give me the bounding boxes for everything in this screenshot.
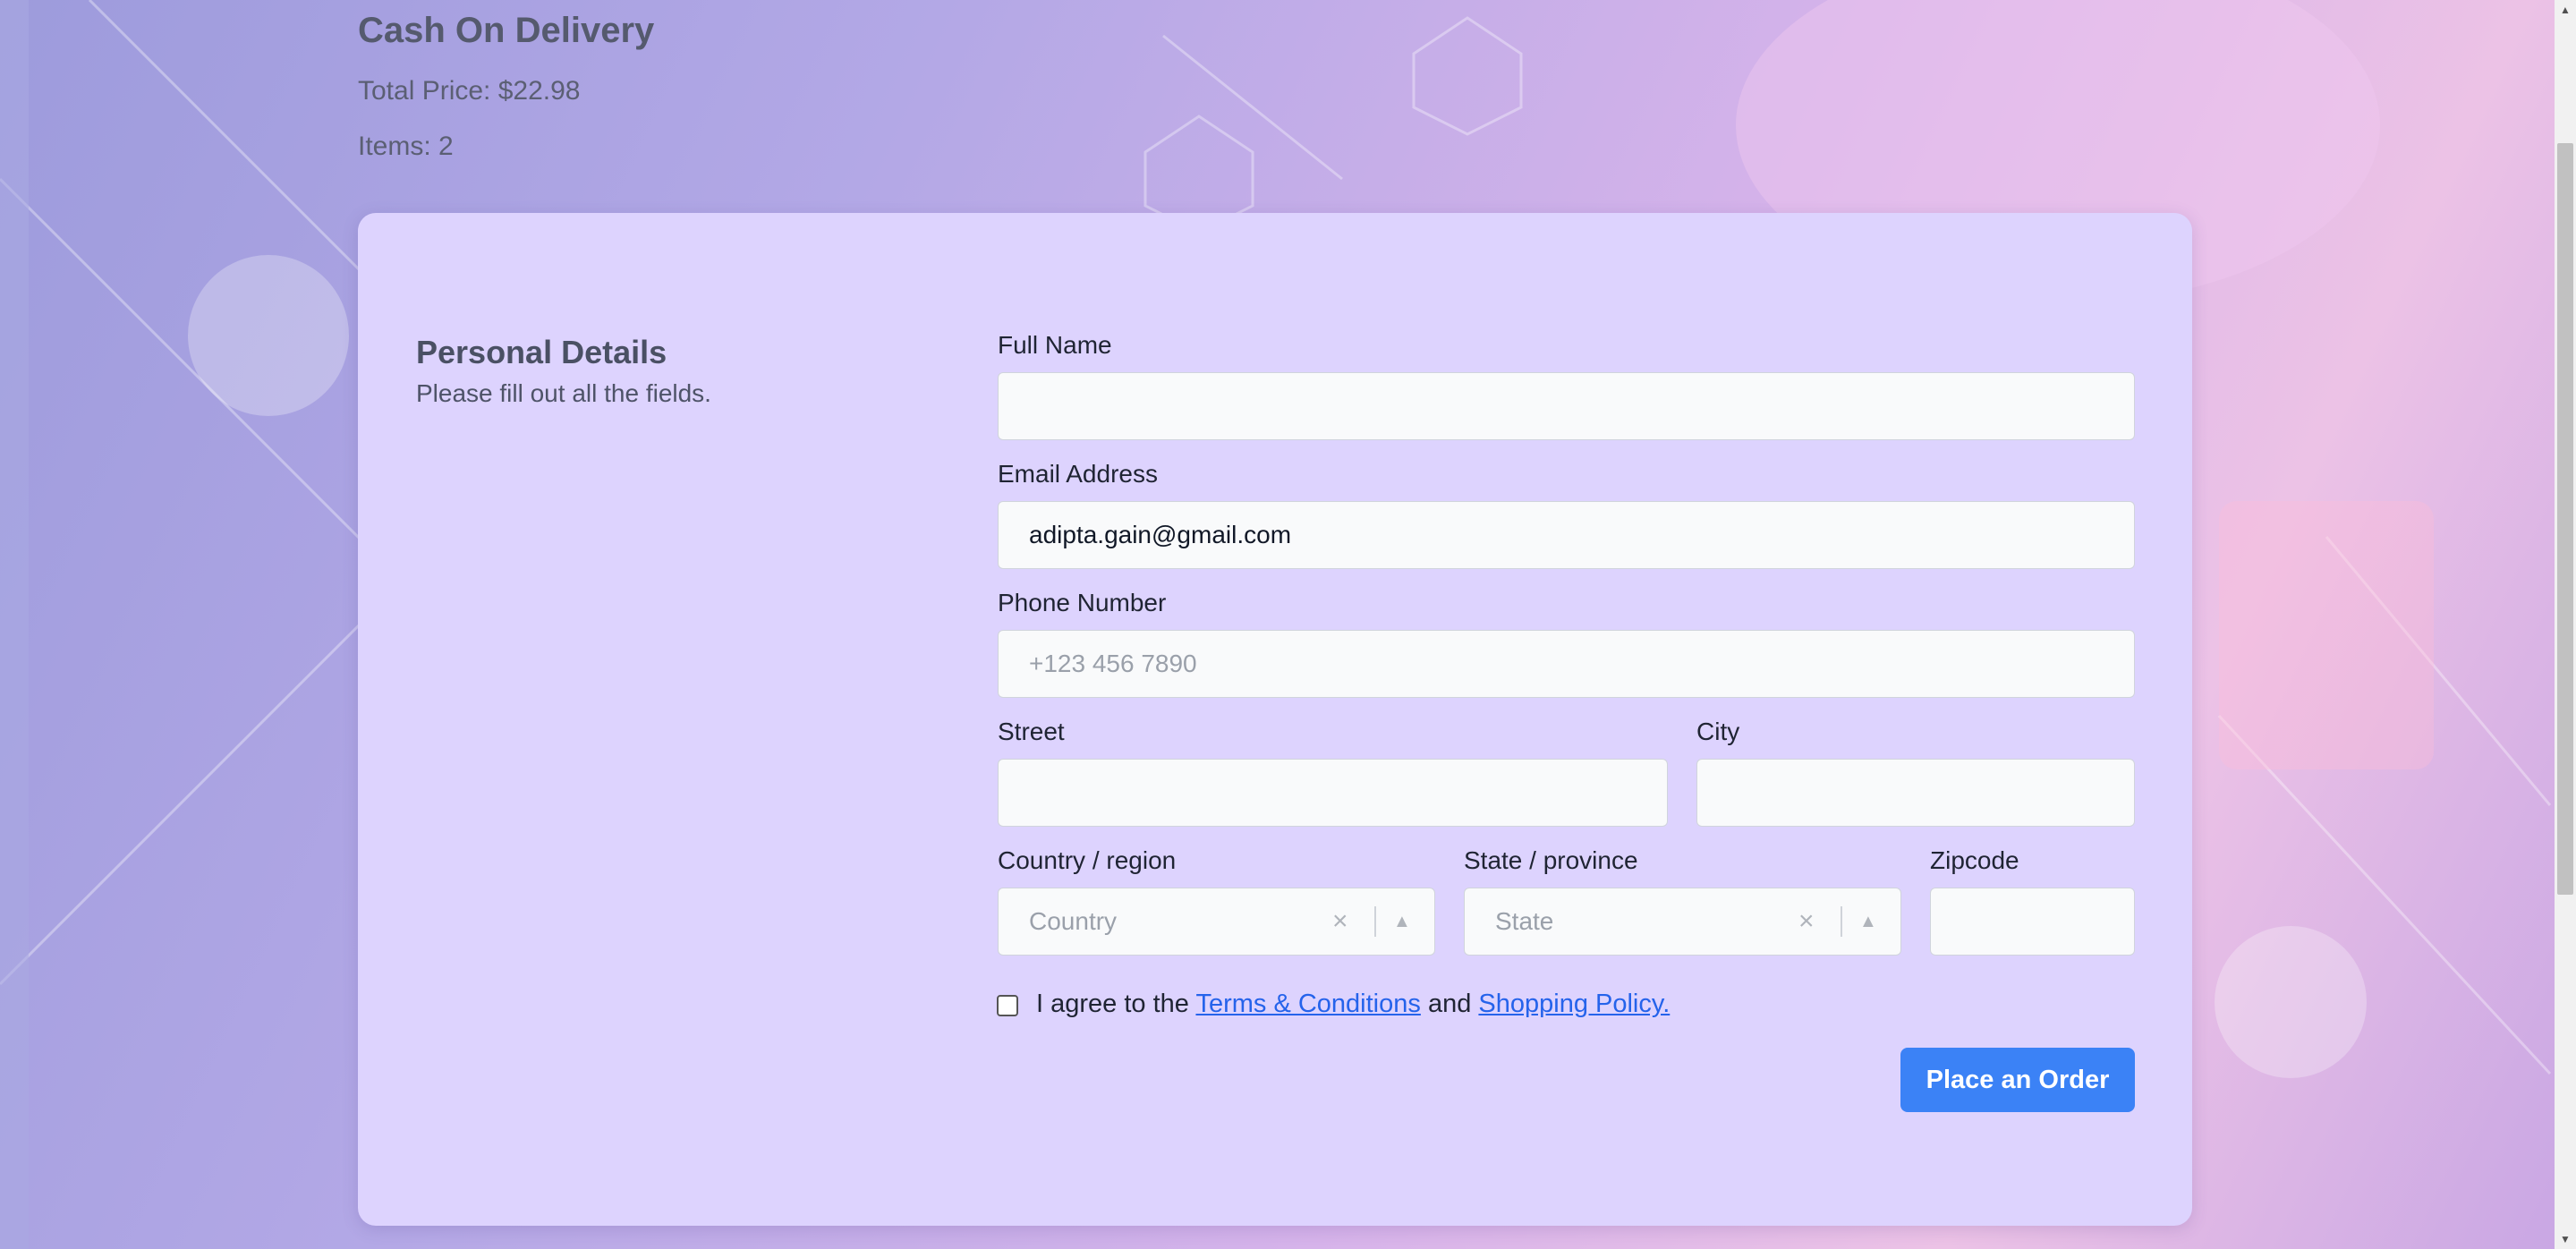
clear-icon[interactable]: × — [1798, 888, 1815, 955]
city-label: City — [1696, 718, 1740, 745]
city-input[interactable] — [1696, 759, 2135, 827]
state-label: State / province — [1464, 846, 1638, 874]
terms-link[interactable]: Terms & Conditions — [1195, 990, 1420, 1018]
left-edge-strip — [0, 0, 29, 1249]
scrollbar[interactable]: ▲ ▼ — [2555, 0, 2576, 1249]
place-order-button[interactable]: Place an Order — [1900, 1048, 2135, 1112]
email-input[interactable]: adipta.gain@gmail.com — [998, 501, 2135, 569]
street-label: Street — [998, 718, 1065, 745]
country-select[interactable]: Country × ▲ — [998, 888, 1435, 956]
zipcode-input[interactable] — [1930, 888, 2135, 956]
total-price: Total Price: $22.98 — [358, 76, 581, 106]
country-placeholder: Country — [1029, 907, 1118, 935]
state-placeholder: State — [1495, 907, 1554, 935]
phone-input[interactable]: +123 456 7890 — [998, 630, 2135, 698]
email-label: Email Address — [998, 460, 1158, 488]
agreement-prefix: I agree to the — [1036, 990, 1189, 1018]
payment-method-title: Cash On Delivery — [358, 11, 655, 50]
section-title: Personal Details — [416, 334, 667, 370]
items-count: Items: 2 — [358, 132, 454, 161]
section-subtitle: Please fill out all the fields. — [416, 379, 711, 407]
agreement-text: I agree to the Terms & Conditions and Sh… — [1036, 988, 1670, 1020]
select-separator — [1374, 906, 1376, 937]
agree-checkbox[interactable] — [997, 995, 1018, 1016]
scroll-up-arrow-icon[interactable]: ▲ — [2555, 0, 2576, 20]
select-separator — [1841, 906, 1842, 937]
agreement-middle: and — [1427, 990, 1472, 1018]
country-label: Country / region — [998, 846, 1177, 874]
clear-icon[interactable]: × — [1332, 888, 1348, 955]
state-select[interactable]: State × ▲ — [1464, 888, 1901, 956]
full-name-label: Full Name — [998, 331, 1112, 359]
shopping-policy-link[interactable]: Shopping Policy. — [1478, 990, 1670, 1018]
scroll-down-arrow-icon[interactable]: ▼ — [2555, 1229, 2576, 1249]
scrollbar-thumb[interactable] — [2557, 143, 2573, 895]
order-summary: Cash On Delivery Total Price: $22.98 Ite… — [358, 7, 654, 163]
street-input[interactable] — [998, 759, 1668, 827]
chevron-up-icon[interactable]: ▲ — [1393, 888, 1411, 955]
full-name-input[interactable] — [998, 372, 2135, 440]
zipcode-label: Zipcode — [1930, 846, 2019, 874]
chevron-up-icon[interactable]: ▲ — [1859, 888, 1877, 955]
phone-label: Phone Number — [998, 589, 1167, 616]
checkout-form-card: Personal Details Please fill out all the… — [358, 213, 2192, 1226]
